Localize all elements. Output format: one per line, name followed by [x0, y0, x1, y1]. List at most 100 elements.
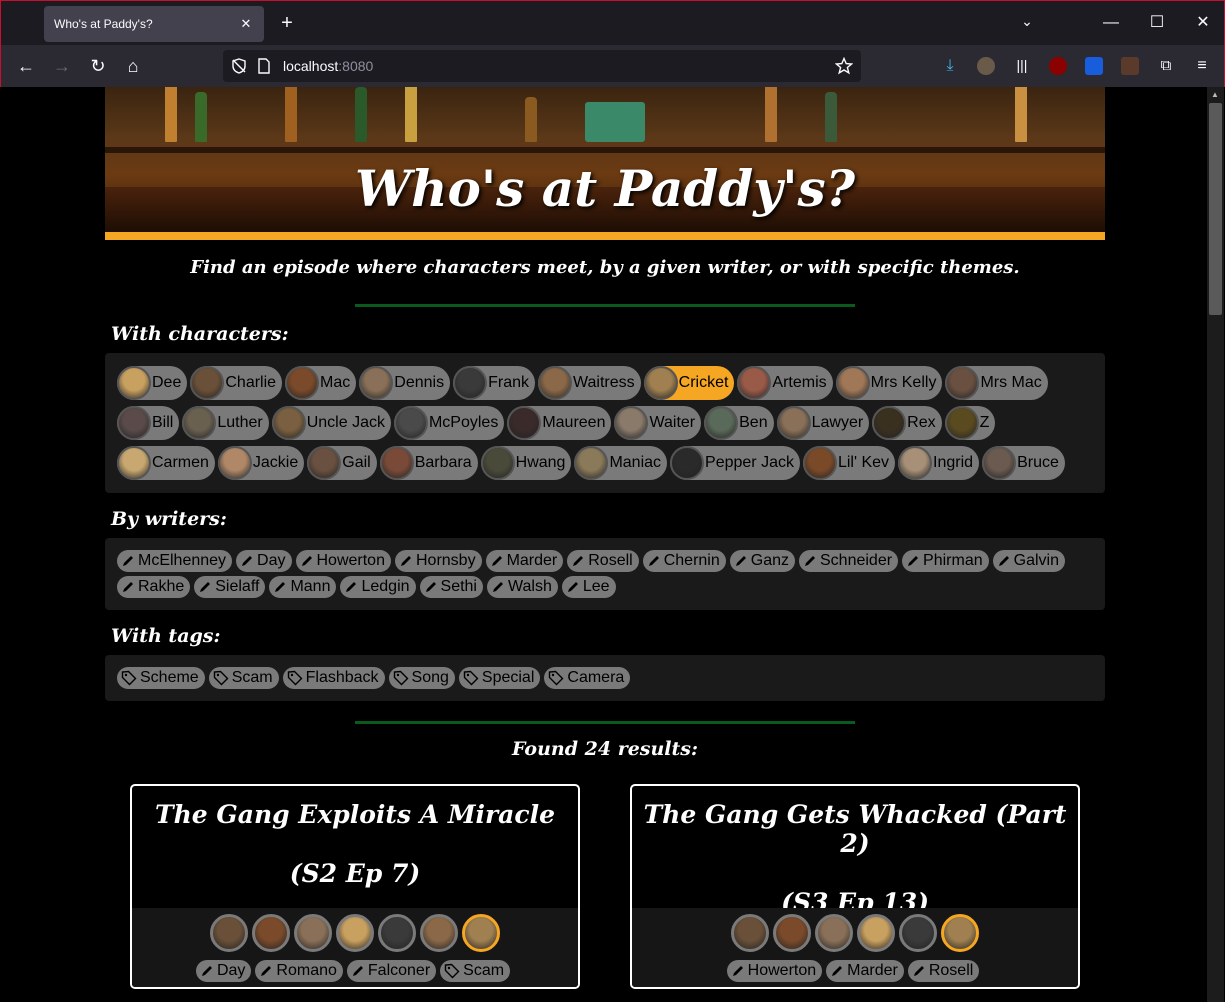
url-bar[interactable]: localhost:8080: [223, 50, 861, 82]
character-pill[interactable]: Dennis: [359, 366, 451, 400]
home-icon[interactable]: ⌂: [121, 54, 145, 78]
writer-pill[interactable]: Howerton: [295, 550, 391, 572]
writer-pill[interactable]: Day: [195, 960, 252, 982]
character-pill[interactable]: Mrs Kelly: [835, 366, 943, 400]
writer-label: Sethi: [440, 578, 477, 595]
tracking-protection-icon[interactable]: [231, 58, 247, 74]
character-pill[interactable]: Lawyer: [776, 406, 870, 440]
scroll-thumb[interactable]: [1209, 103, 1222, 315]
writer-pill[interactable]: Lee: [561, 576, 616, 598]
character-pill[interactable]: Gail: [307, 446, 377, 480]
writer-pill[interactable]: Walsh: [486, 576, 558, 598]
character-pill[interactable]: Frank: [453, 366, 535, 400]
minimize-icon[interactable]: —: [1099, 11, 1123, 35]
writer-pill[interactable]: Ledgin: [340, 576, 416, 598]
character-pill[interactable]: Waiter: [614, 406, 702, 440]
tag-pill[interactable]: Scam: [440, 960, 511, 982]
writer-pill[interactable]: Rosell: [567, 550, 639, 572]
reload-icon[interactable]: ↻: [86, 54, 110, 78]
extensions-puzzle-icon[interactable]: ⧉: [1157, 57, 1175, 75]
bitwarden-icon[interactable]: [1085, 57, 1103, 75]
character-pill[interactable]: Cricket: [643, 366, 735, 400]
bookmark-star-icon[interactable]: [835, 57, 853, 75]
writer-pill[interactable]: Sethi: [419, 576, 483, 598]
character-pill[interactable]: Waitress: [538, 366, 641, 400]
forward-icon[interactable]: →: [50, 54, 74, 78]
close-window-icon[interactable]: ✕: [1191, 11, 1215, 35]
character-pill[interactable]: Ingrid: [898, 446, 980, 480]
writer-pill[interactable]: Chernin: [642, 550, 726, 572]
character-pill[interactable]: Artemis: [737, 366, 833, 400]
pen-icon: [121, 554, 138, 568]
character-pill[interactable]: Carmen: [117, 446, 215, 480]
extension-icon[interactable]: [1121, 57, 1139, 75]
writer-pill[interactable]: Schneider: [799, 550, 899, 572]
character-pill[interactable]: Pepper Jack: [670, 446, 800, 480]
character-pill[interactable]: Rex: [872, 406, 942, 440]
page-info-icon[interactable]: [257, 58, 271, 74]
avatar: [737, 366, 772, 400]
list-all-tabs-icon[interactable]: ⌄: [1017, 13, 1037, 33]
extension-avatar-icon[interactable]: [977, 57, 995, 75]
writer-pill[interactable]: Marder: [485, 550, 564, 572]
writer-pill[interactable]: Phirman: [902, 550, 989, 572]
writer-pill[interactable]: Howerton: [726, 960, 823, 982]
maximize-icon[interactable]: ☐: [1145, 11, 1169, 35]
scroll-up-icon[interactable]: ▲: [1211, 90, 1219, 99]
browser-tab-bar: Who's at Paddy's? ✕ + ⌄ — ☐ ✕: [0, 0, 1225, 45]
writer-pill[interactable]: Hornsby: [394, 550, 482, 572]
tag-pill[interactable]: Song: [388, 667, 455, 689]
ublock-icon[interactable]: [1049, 57, 1067, 75]
writer-pill[interactable]: Falconer: [346, 960, 437, 982]
writer-pill[interactable]: Rakhe: [117, 576, 191, 598]
character-pill[interactable]: Z: [944, 406, 996, 440]
tag-pill[interactable]: Scheme: [117, 667, 205, 689]
character-pill[interactable]: Bill: [117, 406, 180, 440]
character-pill[interactable]: McPoyles: [393, 406, 505, 440]
writer-pill[interactable]: Galvin: [992, 550, 1065, 572]
character-pill[interactable]: Mac: [285, 366, 357, 400]
downloads-icon[interactable]: ⤓: [941, 57, 959, 75]
character-pill[interactable]: Maureen: [507, 406, 612, 440]
character-avatar: [210, 914, 248, 952]
character-avatar: [941, 914, 979, 952]
tag-pill[interactable]: Special: [458, 667, 541, 689]
menu-icon[interactable]: ≡: [1193, 57, 1211, 75]
tag-pill[interactable]: Flashback: [282, 667, 385, 689]
character-pill[interactable]: Mrs Mac: [945, 366, 1048, 400]
writer-pill[interactable]: Day: [236, 550, 292, 572]
character-pill[interactable]: Dee: [117, 366, 188, 400]
writer-pill[interactable]: Marder: [826, 960, 904, 982]
character-pill[interactable]: Maniac: [574, 446, 668, 480]
tag-pill[interactable]: Camera: [544, 667, 631, 689]
page-scrollbar[interactable]: ▲: [1207, 87, 1224, 1002]
writer-label: Ledgin: [361, 578, 410, 595]
character-pill[interactable]: Hwang: [480, 446, 572, 480]
result-card[interactable]: The Gang Gets Whacked (Part 2) (S3 Ep 13)…: [630, 784, 1080, 989]
writer-pill[interactable]: McElhenney: [117, 550, 233, 572]
tag-icon: [213, 670, 232, 686]
browser-tab[interactable]: Who's at Paddy's? ✕: [44, 6, 264, 42]
writer-pill[interactable]: Ganz: [729, 550, 795, 572]
tag-label: Scam: [231, 669, 273, 686]
new-tab-icon[interactable]: +: [277, 13, 297, 33]
result-card[interactable]: The Gang Exploits A Miracle (S2 Ep 7) Day R…: [130, 784, 580, 989]
pen-icon: [344, 580, 361, 594]
library-icon[interactable]: |||: [1013, 57, 1031, 75]
writer-pill[interactable]: Mann: [269, 576, 337, 598]
character-pill[interactable]: Lil' Kev: [802, 446, 896, 480]
pen-icon: [912, 964, 929, 978]
character-pill[interactable]: Bruce: [982, 446, 1065, 480]
close-tab-icon[interactable]: ✕: [238, 16, 254, 32]
character-pill[interactable]: Uncle Jack: [271, 406, 391, 440]
writer-pill[interactable]: Rosell: [907, 960, 980, 982]
character-pill[interactable]: Luther: [182, 406, 269, 440]
character-pill[interactable]: Charlie: [190, 366, 283, 400]
back-icon[interactable]: ←: [14, 54, 38, 78]
tag-pill[interactable]: Scam: [208, 667, 279, 689]
character-pill[interactable]: Ben: [704, 406, 774, 440]
character-pill[interactable]: Jackie: [217, 446, 305, 480]
writer-pill[interactable]: Romano: [255, 960, 343, 982]
writer-pill[interactable]: Sielaff: [194, 576, 266, 598]
character-pill[interactable]: Barbara: [379, 446, 478, 480]
